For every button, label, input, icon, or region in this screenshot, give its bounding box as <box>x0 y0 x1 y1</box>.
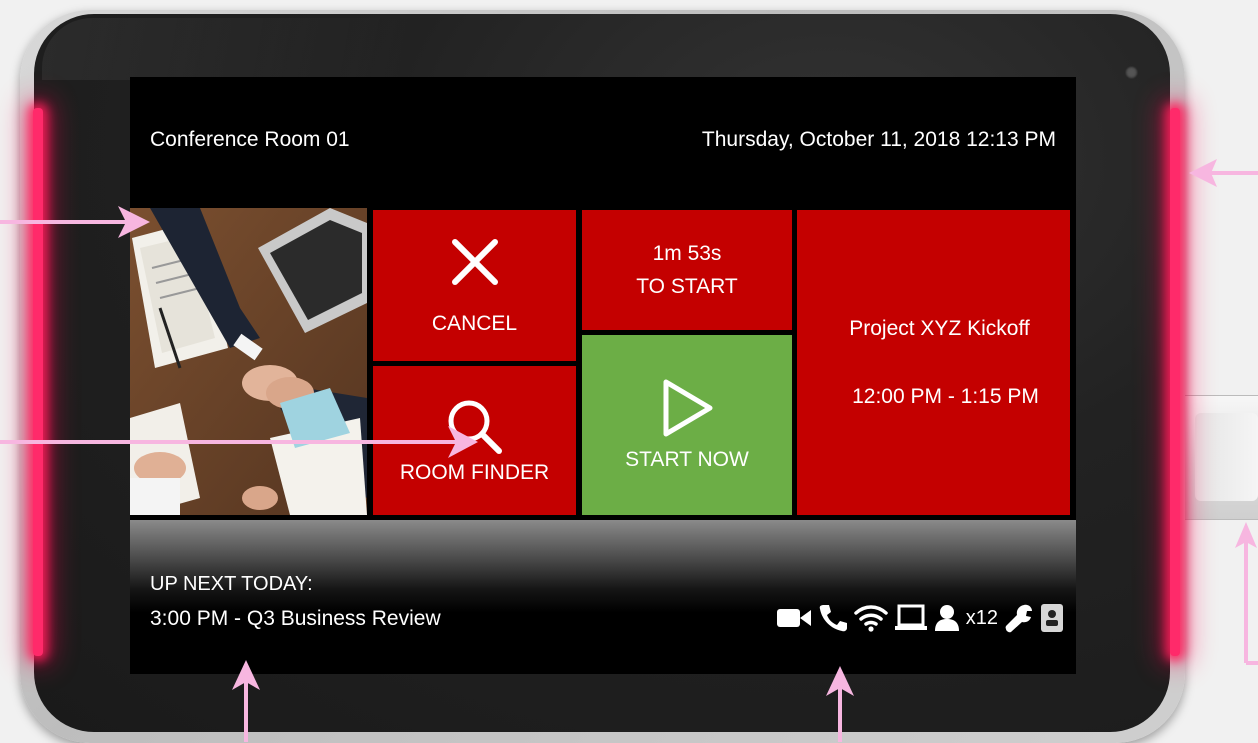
annotation-arrow-up-next <box>232 660 260 742</box>
video-icon <box>776 606 812 630</box>
countdown-label: TO START <box>636 275 738 298</box>
current-meeting-tile[interactable]: Project XYZ Kickoff 12:00 PM - 1:15 PM <box>797 210 1070 515</box>
countdown-time: 1m 53s <box>652 242 722 265</box>
wifi-icon <box>854 604 888 632</box>
close-icon <box>449 236 501 288</box>
meeting-photo <box>130 208 367 515</box>
meeting-title: Project XYZ Kickoff <box>849 316 1030 340</box>
annotation-arrow-led <box>1189 159 1258 187</box>
display-icon <box>894 604 928 632</box>
wrench-icon <box>1004 603 1034 633</box>
current-datetime: Thursday, October 11, 2018 12:13 PM <box>701 128 1056 151</box>
badge-icon <box>1040 603 1064 633</box>
bezel-glare <box>42 18 412 80</box>
annotation-arrow-bracket <box>1235 522 1258 665</box>
start-now-label: START NOW <box>625 448 749 471</box>
room-name: Conference Room 01 <box>150 128 350 151</box>
capacity-count: x12 <box>965 606 998 629</box>
annotation-arrow-photo <box>0 206 150 238</box>
play-icon <box>660 378 714 438</box>
room-amenity-icons: x12 <box>776 603 1064 633</box>
led-light-bar-left <box>33 108 43 656</box>
camera-icon <box>1125 66 1138 79</box>
person-icon <box>934 604 960 632</box>
mount-bracket-plate <box>1195 413 1258 501</box>
annotation-arrow-room-finder <box>0 426 478 458</box>
bottom-bar <box>130 520 1076 674</box>
meeting-time: 12:00 PM - 1:15 PM <box>852 384 1039 408</box>
cancel-button[interactable]: CANCEL <box>373 210 576 361</box>
start-now-button[interactable]: START NOW <box>582 335 792 515</box>
annotation-arrow-amenities <box>826 666 854 742</box>
cancel-label: CANCEL <box>431 311 518 335</box>
up-next-item: 3:00 PM - Q3 Business Review <box>150 607 441 630</box>
room-panel-screen: Conference Room 01 Thursday, October 11,… <box>130 77 1076 674</box>
led-light-bar-right <box>1170 108 1180 656</box>
phone-icon <box>818 603 848 633</box>
room-finder-label: ROOM FINDER <box>399 460 550 484</box>
up-next-label: UP NEXT TODAY: <box>150 573 313 595</box>
countdown-tile: 1m 53s TO START <box>582 210 792 330</box>
